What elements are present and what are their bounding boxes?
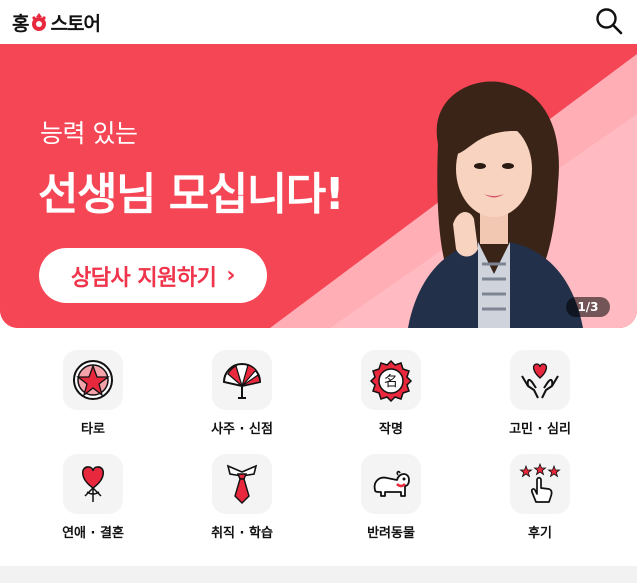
category-label: 사주 · 신점 [211,422,273,437]
category-icon-box [510,454,570,514]
store-logo[interactable]: 홍 스토어 [12,8,101,36]
category-label: 후기 [528,526,552,541]
svg-text:名: 名 [384,374,398,390]
name-seal-icon: 名 [369,359,413,402]
apply-counselor-label: 상담사 지원하기 [71,265,217,291]
banner-subtitle: 능력 있는 [40,119,138,148]
necktie-icon [226,464,258,504]
category-saju[interactable]: 사주 · 신점 [182,340,302,440]
category-reviews[interactable]: 후기 [480,444,600,544]
category-grid: 타로 사주 · 신점 名 작명 고민 · 심리 연애 · 결혼 취직 · 학습 … [0,340,637,555]
stars-hand-icon [519,462,561,503]
category-label: 연애 · 결혼 [62,526,124,541]
heart-balloon-icon [82,466,104,502]
category-pets[interactable]: 반려동물 [331,444,451,544]
logo-text-left: 홍 [12,12,30,35]
slide-counter: 1/3 [566,297,610,317]
section-divider [0,566,637,583]
search-icon[interactable] [594,6,624,36]
logo-text-right: 스토어 [50,12,100,35]
category-icon-box [212,350,272,410]
category-icon-box [63,350,123,410]
category-naming[interactable]: 名 작명 [331,340,451,440]
category-icon-box [510,350,570,410]
category-label: 반려동물 [367,526,415,541]
category-label: 취직 · 학습 [211,526,273,541]
category-icon-box: 名 [361,350,421,410]
promo-banner[interactable]: 능력 있는 선생님 모십니다! 상담사 지원하기 › 1/3 [0,44,637,328]
pentagram-icon [73,360,113,400]
heart-hands-icon [521,363,559,399]
dog-icon [373,470,410,497]
apply-counselor-button[interactable]: 상담사 지원하기 › [39,248,267,303]
chevron-right-icon: › [226,263,235,288]
category-love[interactable]: 연애 · 결혼 [33,444,153,544]
category-worry[interactable]: 고민 · 심리 [480,340,600,440]
category-label: 타로 [81,422,105,437]
category-icon-box [361,454,421,514]
counselor-photo [408,81,583,328]
category-icon-box [63,454,123,514]
banner-title: 선생님 모십니다! [38,169,345,220]
app-header: 홍 스토어 [0,0,637,44]
category-career[interactable]: 취직 · 학습 [182,444,302,544]
category-label: 고민 · 심리 [509,422,571,437]
logo-mark-icon [32,13,47,31]
category-tarot[interactable]: 타로 [33,340,153,440]
category-icon-box [212,454,272,514]
fan-icon [222,363,262,399]
category-label: 작명 [379,422,403,437]
